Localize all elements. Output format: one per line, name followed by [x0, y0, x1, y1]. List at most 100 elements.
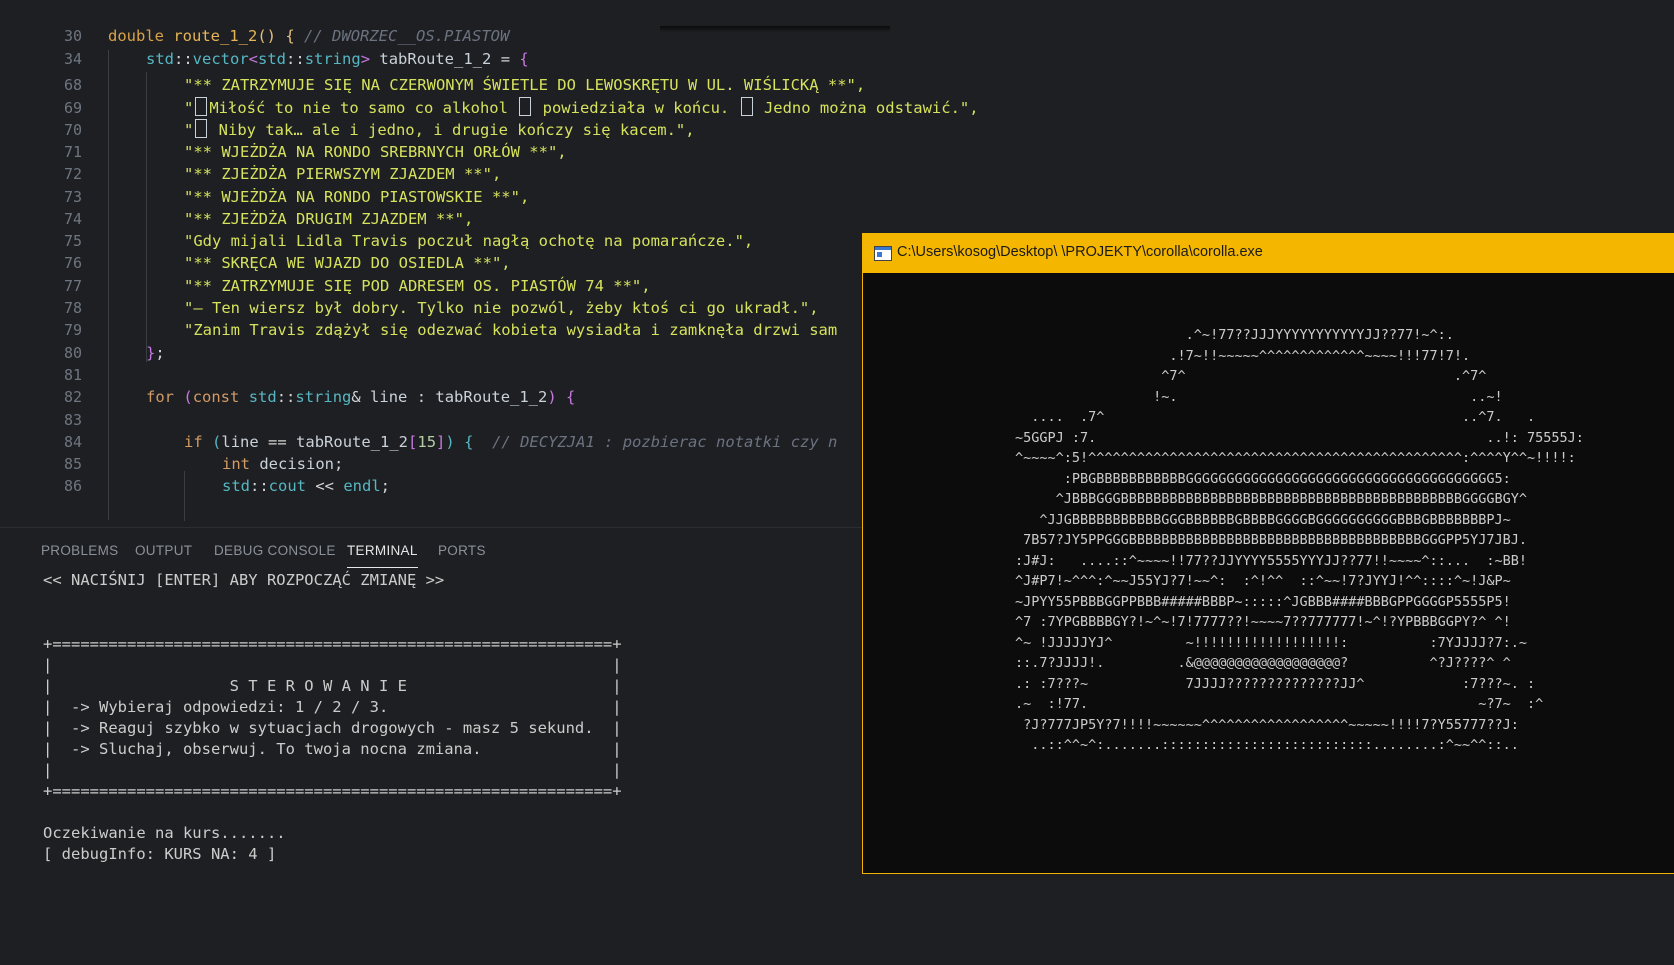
line-number: 71	[63, 143, 82, 161]
code-token: cout	[268, 477, 306, 495]
missing-glyph-icon	[740, 97, 753, 116]
code-line[interactable]: 71 "** WJEŻDŻA NA RONDO SREBRNYCH ORŁÓW *…	[0, 140, 1674, 164]
code-line[interactable]: 69 " Miłość to nie to samo co alkohol powi…	[0, 96, 1674, 120]
code-token: ;	[155, 344, 165, 362]
code-line[interactable]: 73 "** WJEŻDŻA NA RONDO PIASTOWSKIE **",	[0, 185, 1674, 209]
code-text: " Miłość to nie to samo co alkohol powied…	[184, 96, 979, 120]
code-token: }	[146, 344, 156, 362]
code-token: std	[258, 50, 287, 68]
terminal-line: [ debugInfo: KURS NA: 4 ]	[43, 845, 277, 863]
line-number: 84	[63, 433, 82, 451]
code-text: "** WJEŻDŻA NA RONDO PIASTOWSKIE **",	[184, 185, 529, 209]
code-token: vector	[192, 50, 249, 68]
line-number: 72	[63, 165, 82, 183]
terminal-line: +=======================================…	[43, 635, 622, 653]
code-token: {	[285, 27, 295, 45]
terminal-line: | -> Reaguj szybko w sytuacjach drogowyc…	[43, 719, 622, 737]
code-line[interactable]: 74 "** ZJEŻDŻA DRUGIM ZJAZDEM **",	[0, 207, 1674, 231]
code-token: double	[108, 27, 174, 45]
line-number: 82	[63, 388, 82, 406]
line-number: 86	[63, 477, 82, 495]
code-token: tabRoute_1_2	[370, 50, 501, 68]
code-token: "** ZATRZYMUJE SIĘ POD ADRESEM OS. PIAST…	[184, 277, 651, 295]
line-number: 79	[63, 321, 82, 339]
code-token: std	[146, 50, 174, 68]
code-token: "** WJEŻDŻA NA RONDO SREBRNYCH ORŁÓW **"…	[184, 143, 567, 161]
tab-ports[interactable]: PORTS	[438, 543, 486, 558]
code-token: "** WJEŻDŻA NA RONDO PIASTOWSKIE **",	[184, 188, 530, 206]
tab-terminal[interactable]: TERMINAL	[347, 543, 418, 568]
code-token: {	[464, 433, 474, 451]
code-line[interactable]: 72 "** ZJEŻDŻA PIERWSZYM ZJAZDEM **",	[0, 162, 1674, 186]
code-token: ]	[436, 433, 446, 451]
line-number: 73	[63, 188, 82, 206]
code-line[interactable]: 30 double route_1_2() { // DWORZEC__OS.PI…	[0, 24, 1674, 48]
code-token: endl	[343, 477, 381, 495]
tab-debug-console[interactable]: DEBUG CONSOLE	[214, 543, 336, 558]
code-token: ==	[268, 433, 297, 451]
code-token: 15	[417, 433, 437, 451]
code-text: "** ZJEŻDŻA DRUGIM ZJAZDEM **",	[184, 207, 473, 231]
line-number: 85	[63, 455, 82, 473]
terminal-line: | -> Wybieraj odpowiedzi: 1 / 2 / 3. |	[43, 698, 622, 716]
code-token: decision	[250, 455, 334, 473]
code-token: tabRoute_1_2	[296, 433, 409, 451]
code-token: const	[192, 388, 240, 406]
code-token: Jedno można odstawić.",	[754, 99, 979, 117]
code-token: string	[295, 388, 352, 406]
line-number: 74	[63, 210, 82, 228]
code-text: "** ZJEŻDŻA PIERWSZYM ZJAZDEM **",	[184, 162, 501, 186]
terminal-line: | -> Sluchaj, obserwuj. To twoja nocna z…	[43, 740, 622, 758]
line-number: 30	[63, 27, 82, 45]
code-token: ;	[380, 477, 390, 495]
code-text: if (line == tabRoute_1_2[15]) { // DECYZ…	[184, 430, 837, 454]
code-token: (	[183, 388, 193, 406]
code-token: Niby tak… ale i jedno, i drugie kończy s…	[209, 121, 695, 139]
code-line[interactable]: 34 std::vector<std::string> tabRoute_1_2 …	[0, 47, 1674, 71]
code-token: "Zanim Travis zdążył się odezwać kobieta…	[184, 321, 838, 339]
code-line[interactable]: 70 " Niby tak… ale i jedno, i drugie końc…	[0, 118, 1674, 142]
code-token: <<	[306, 477, 344, 495]
code-token: "Gdy mijali Lidla Travis poczuł nagłą oc…	[184, 232, 754, 250]
code-token: "** ZJEŻDŻA DRUGIM ZJAZDEM **",	[184, 210, 474, 228]
code-text: "** ZATRZYMUJE SIĘ POD ADRESEM OS. PIAST…	[184, 274, 651, 298]
code-text: };	[146, 341, 165, 365]
line-number: 81	[63, 366, 82, 384]
line-number: 70	[63, 121, 82, 139]
code-token: )	[445, 433, 455, 451]
code-token: line	[221, 433, 269, 451]
code-token: &	[351, 388, 371, 406]
code-token: {	[519, 50, 529, 68]
line-number: 75	[63, 232, 82, 250]
code-token: ;	[334, 455, 344, 473]
missing-glyph-icon	[195, 97, 208, 116]
code-text: "** ZATRZYMUJE SIĘ NA CZERWONYM ŚWIETLE …	[184, 73, 865, 97]
code-token: int	[222, 455, 250, 473]
terminal-line: << NACIŚNIJ [ENTER] ABY ROZPOCZĄĆ ZMIANĘ…	[43, 571, 445, 589]
code-token: std	[222, 477, 250, 495]
code-token: powiedziała w końcu.	[533, 99, 739, 117]
code-token: "– Ten wiersz był dobry. Tylko nie pozwó…	[184, 299, 819, 317]
console-app-icon	[874, 246, 892, 261]
line-number: 68	[63, 76, 82, 94]
console-window[interactable]: C:\Users\kosog\Desktop\ \PROJEKTY\coroll…	[862, 233, 1674, 874]
code-token: [	[408, 433, 418, 451]
code-line[interactable]: 68 "** ZATRZYMUJE SIĘ NA CZERWONYM ŚWIETL…	[0, 73, 1674, 97]
code-token: // DECYZJA1 : pozbierac notatki czy n	[492, 433, 838, 451]
line-number: 80	[63, 344, 82, 362]
tab-output[interactable]: OUTPUT	[135, 543, 192, 558]
code-token: route_1_2	[173, 27, 258, 45]
code-text: "** WJEŻDŻA NA RONDO SREBRNYCH ORŁÓW **"…	[184, 140, 567, 164]
code-token: string	[304, 50, 361, 68]
tab-problems[interactable]: PROBLEMS	[41, 543, 118, 558]
line-number: 78	[63, 299, 82, 317]
code-text: "– Ten wiersz był dobry. Tylko nie pozwó…	[184, 296, 819, 320]
missing-glyph-icon	[519, 97, 532, 116]
code-token: line : tabRoute_1_2	[370, 388, 548, 406]
console-titlebar[interactable]: C:\Users\kosog\Desktop\ \PROJEKTY\coroll…	[863, 233, 1674, 273]
code-token: {	[566, 388, 576, 406]
